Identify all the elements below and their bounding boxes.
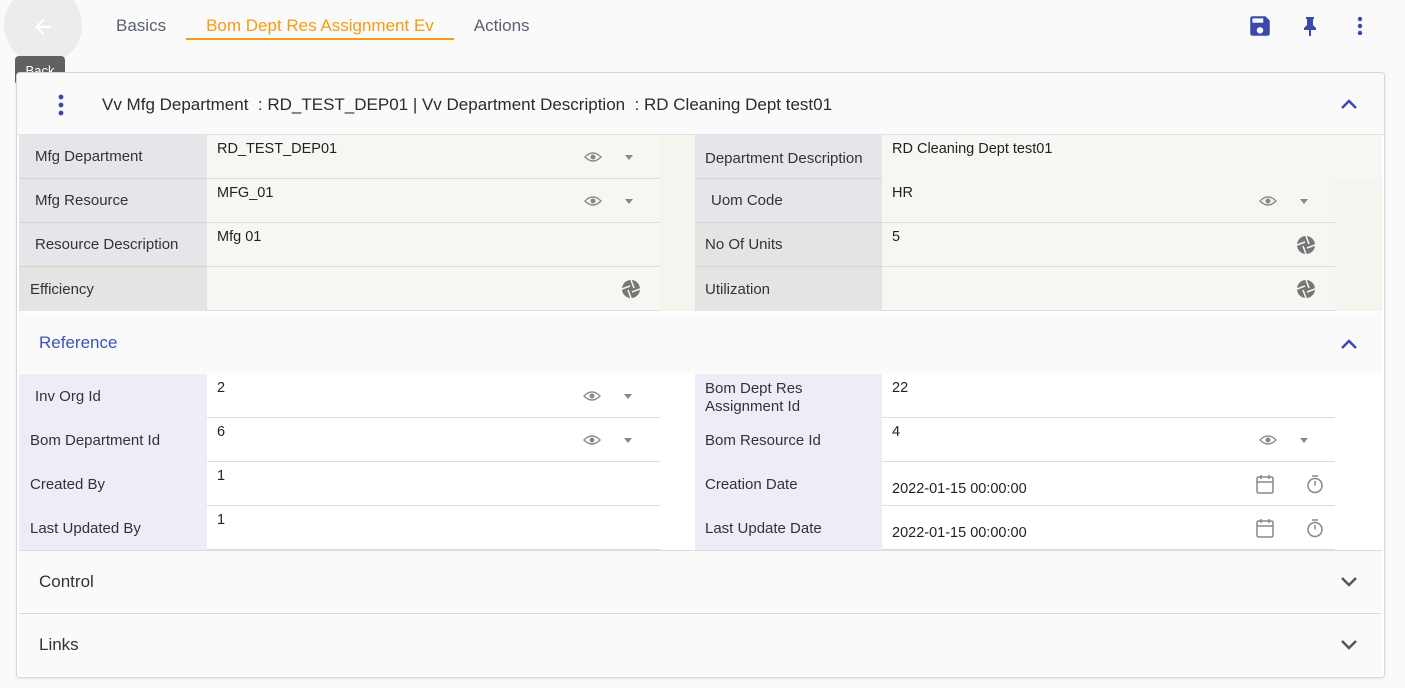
calendar-icon[interactable] <box>1253 462 1277 506</box>
control-title: Control <box>39 572 94 591</box>
field-label: No Of Units <box>695 223 882 267</box>
field-label: Mfg Department <box>19 135 207 179</box>
aperture-icon[interactable] <box>1294 267 1318 311</box>
field-bom-department-id: Bom Department Id 6 <box>19 418 660 462</box>
field-label: Bom Department Id <box>19 418 207 462</box>
control-section-header[interactable]: Control <box>19 550 1382 612</box>
eye-icon[interactable] <box>581 135 605 179</box>
field-label: Last Update Date <box>695 506 882 550</box>
department-description-input[interactable]: RD Cleaning Dept test01 <box>882 135 1382 179</box>
field-uom-code: Uom Code HR <box>695 179 1335 223</box>
field-utilization: Utilization <box>695 267 1335 311</box>
arrow-left-icon <box>35 19 51 35</box>
utilization-input[interactable] <box>882 267 1335 311</box>
caret-down-icon[interactable] <box>1294 418 1314 462</box>
reference-title: Reference <box>39 333 118 352</box>
tab-bom-dept-res-assignment-ev[interactable]: Bom Dept Res Assignment Ev <box>186 0 454 40</box>
field-label: Uom Code <box>695 179 882 223</box>
calendar-icon[interactable] <box>1253 506 1277 550</box>
reference-section-header[interactable]: Reference <box>19 313 1382 373</box>
chevron-down-icon <box>1341 640 1357 650</box>
links-title: Links <box>39 635 79 654</box>
field-label: Inv Org Id <box>19 374 207 418</box>
caret-down-icon[interactable] <box>619 179 639 223</box>
tab-bar: Basics Bom Dept Res Assignment Ev Action… <box>96 0 550 40</box>
chevron-up-icon <box>1341 339 1357 349</box>
field-label: Creation Date <box>695 462 882 506</box>
field-label: Utilization <box>695 267 882 311</box>
eye-icon[interactable] <box>580 418 604 462</box>
caret-down-icon[interactable] <box>618 374 638 418</box>
more-options-button[interactable] <box>1335 10 1385 42</box>
record-card: Vv Mfg Department : RD_TEST_DEP01 | Vv D… <box>16 72 1385 678</box>
aperture-icon[interactable] <box>619 267 643 311</box>
pin-button[interactable] <box>1285 10 1335 42</box>
pin-icon <box>1304 17 1316 36</box>
expand-control-button[interactable] <box>1338 571 1360 593</box>
field-label: Bom Dept Res Assignment Id <box>695 374 882 418</box>
tab-actions[interactable]: Actions <box>454 0 550 40</box>
field-label: Department Description <box>695 135 882 179</box>
more-vert-icon <box>58 94 64 116</box>
eye-icon[interactable] <box>1256 418 1280 462</box>
field-created-by: Created By 1 <box>19 462 660 506</box>
collapse-reference-button[interactable] <box>1338 333 1360 355</box>
collapse-header-button[interactable] <box>1338 93 1360 115</box>
top-bar: Back Basics Bom Dept Res Assignment Ev A… <box>0 0 1405 85</box>
timer-icon[interactable] <box>1303 462 1327 506</box>
reference-fields: Inv Org Id 2 Bom Dept Res Assignment Id … <box>19 374 1382 550</box>
top-actions <box>1235 10 1385 42</box>
field-label: Efficiency <box>19 267 207 311</box>
field-mfg-department: Mfg Department RD_TEST_DEP01 <box>19 135 660 179</box>
last-updated-by-input[interactable]: 1 <box>207 506 660 550</box>
expand-links-button[interactable] <box>1338 634 1360 656</box>
field-inv-org-id: Inv Org Id 2 <box>19 374 660 418</box>
field-label: Resource Description <box>19 223 207 267</box>
chevron-up-icon <box>1341 99 1357 109</box>
resource-description-input[interactable]: Mfg 01 <box>207 223 660 267</box>
caret-down-icon[interactable] <box>1294 179 1314 223</box>
created-by-input[interactable]: 1 <box>207 462 660 506</box>
more-vert-icon <box>1357 16 1363 36</box>
back-button[interactable] <box>4 0 82 64</box>
eye-icon[interactable] <box>1256 179 1280 223</box>
field-last-update-date: Last Update Date 2022-01-15 00:00:00 <box>695 506 1335 550</box>
field-label: Mfg Resource <box>19 179 207 223</box>
save-button[interactable] <box>1235 10 1285 42</box>
field-label: Bom Resource Id <box>695 418 882 462</box>
field-mfg-resource: Mfg Resource MFG_01 <box>19 179 660 223</box>
field-resource-description: Resource Description Mfg 01 <box>19 223 660 267</box>
field-department-description: Department Description RD Cleaning Dept … <box>695 135 1382 179</box>
aperture-icon[interactable] <box>1294 223 1318 267</box>
save-icon <box>1250 16 1270 36</box>
timer-icon[interactable] <box>1303 506 1327 550</box>
record-title: Vv Mfg Department : RD_TEST_DEP01 | Vv D… <box>102 95 833 114</box>
eye-icon[interactable] <box>581 179 605 223</box>
chevron-down-icon <box>1341 577 1357 587</box>
record-header: Vv Mfg Department : RD_TEST_DEP01 | Vv D… <box>17 73 1384 135</box>
field-creation-date: Creation Date 2022-01-15 00:00:00 <box>695 462 1335 506</box>
bom-dept-res-assignment-id-input[interactable]: 22 <box>882 374 1335 418</box>
field-last-updated-by: Last Updated By 1 <box>19 506 660 550</box>
links-section-header[interactable]: Links <box>19 613 1382 675</box>
field-efficiency: Efficiency <box>19 267 660 311</box>
header-menu-button[interactable] <box>51 91 71 119</box>
field-no-of-units: No Of Units 5 <box>695 223 1335 267</box>
main-fields: Mfg Department RD_TEST_DEP01 Department … <box>19 135 1382 311</box>
caret-down-icon[interactable] <box>618 418 638 462</box>
field-bom-dept-res-assignment-id: Bom Dept Res Assignment Id 22 <box>695 374 1335 418</box>
tab-basics[interactable]: Basics <box>96 0 186 40</box>
field-label: Created By <box>19 462 207 506</box>
eye-icon[interactable] <box>580 374 604 418</box>
field-bom-resource-id: Bom Resource Id 4 <box>695 418 1335 462</box>
field-label: Last Updated By <box>19 506 207 550</box>
no-of-units-input[interactable]: 5 <box>882 223 1335 267</box>
caret-down-icon[interactable] <box>619 135 639 179</box>
efficiency-input[interactable] <box>207 267 660 311</box>
